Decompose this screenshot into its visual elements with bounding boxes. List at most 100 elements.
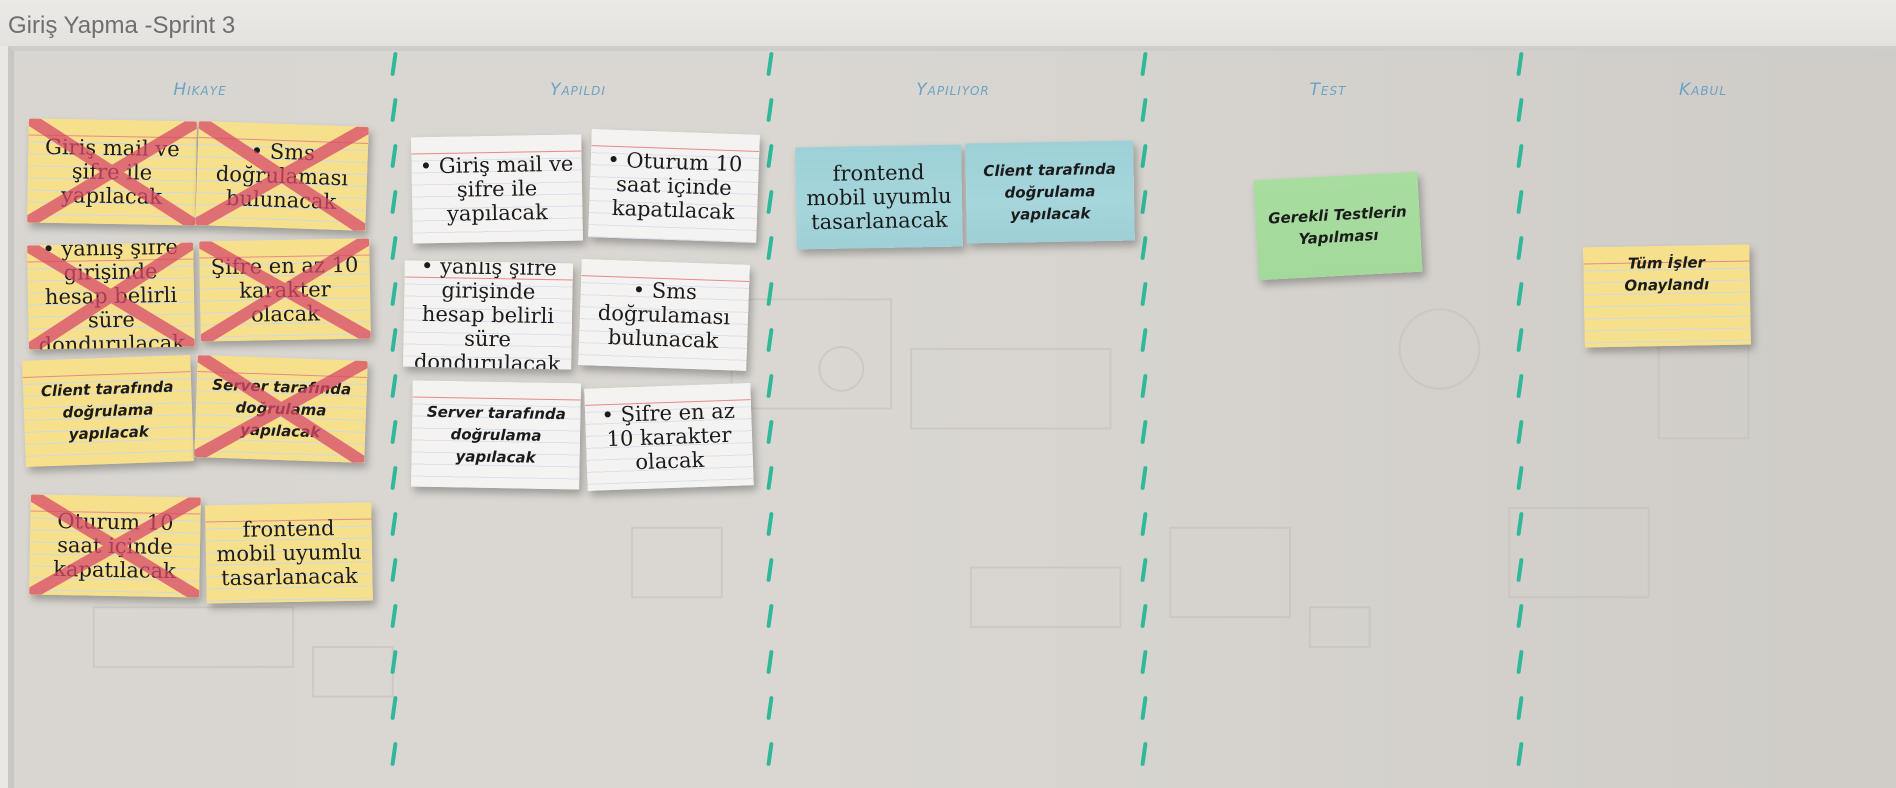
- divider-mark: [390, 511, 398, 537]
- divider-mark: [1516, 741, 1524, 767]
- column-heading-kabul: Kabul: [1678, 80, 1728, 100]
- story-note-client[interactable]: Client tarafında doğrulama yapılacak: [22, 355, 194, 467]
- divider-mark: [1140, 143, 1148, 169]
- story-note-giris-mail[interactable]: Giriş mail ve şifre ile yapılacak: [27, 118, 197, 226]
- divider-mark: [1516, 695, 1524, 721]
- divider-mark: [390, 603, 398, 629]
- divider-mark: [390, 143, 398, 169]
- divider-mark: [1140, 603, 1148, 629]
- divider-mark: [1140, 327, 1148, 353]
- inprogress-note-client[interactable]: Client tarafında doğrulama yapılacak: [965, 140, 1135, 244]
- note-text: Server tarafında doğrulama yapılacak: [426, 402, 567, 467]
- divider-mark: [1140, 511, 1148, 537]
- divider-mark: [1516, 327, 1524, 353]
- story-note-frontend[interactable]: frontend mobil uyumlu tasarlanacak: [205, 502, 373, 604]
- divider-mark: [766, 649, 774, 675]
- note-text: frontend mobil uyumlu tasarlanacak: [806, 160, 952, 235]
- note-text: Giriş mail ve şifre ile yapılacak: [44, 134, 180, 209]
- note-text: • Giriş mail ve şifre ile yapılacak: [419, 151, 574, 226]
- divider-mark: [1516, 143, 1524, 169]
- note-text: • yanlış şifre girişinde hesap belirli s…: [38, 242, 186, 350]
- note-text: Server tarafında doğrulama yapılacak: [212, 375, 352, 442]
- note-text: • Şifre en az 10 karakter olacak: [601, 398, 736, 475]
- column-divider: [390, 51, 402, 788]
- story-note-yanlis-sifre[interactable]: • yanlış şifre girişinde hesap belirli s…: [27, 242, 195, 350]
- note-text: • Oturum 10 saat içinde kapatılacak: [606, 147, 743, 225]
- divider-mark: [390, 97, 398, 123]
- divider-mark: [390, 51, 398, 77]
- divider-mark: [1516, 97, 1524, 123]
- divider-mark: [1516, 465, 1524, 491]
- divider-mark: [390, 649, 398, 675]
- done-note-sms[interactable]: • Sms doğrulaması bulunacak: [578, 259, 750, 371]
- divider-mark: [390, 419, 398, 445]
- divider-mark: [390, 557, 398, 583]
- done-note-sifre-10[interactable]: • Şifre en az 10 karakter olacak: [584, 383, 754, 491]
- story-note-sifre-10[interactable]: Şifre en az 10 karakter olacak: [199, 238, 371, 342]
- divider-mark: [390, 373, 398, 399]
- divider-mark: [766, 327, 774, 353]
- divider-mark: [766, 603, 774, 629]
- divider-mark: [1516, 51, 1524, 77]
- divider-mark: [1516, 235, 1524, 261]
- divider-mark: [1140, 695, 1148, 721]
- story-note-server[interactable]: Server tarafında doğrulama yapılacak: [194, 355, 368, 463]
- test-note-gerekli-testler[interactable]: Gerekli Testlerin Yapılması: [1253, 171, 1423, 281]
- divider-mark: [1516, 281, 1524, 307]
- done-note-yanlis-sifre[interactable]: • yanlış şifre girişinde hesap belirli s…: [403, 260, 573, 370]
- story-note-oturum[interactable]: Oturum 10 saat içinde kapatılacak: [29, 494, 201, 598]
- divider-mark: [766, 557, 774, 583]
- column-divider: [1140, 51, 1152, 788]
- divider-mark: [1140, 373, 1148, 399]
- inprogress-note-frontend[interactable]: frontend mobil uyumlu tasarlanacak: [795, 144, 963, 250]
- note-text: Client tarafında doğrulama yapılacak: [40, 377, 174, 444]
- done-note-server[interactable]: Server tarafında doğrulama yapılacak: [411, 380, 581, 490]
- note-text: Client tarafında doğrulama yapılacak: [983, 159, 1117, 224]
- note-text: Oturum 10 saat içinde kapatılacak: [53, 508, 177, 584]
- divider-mark: [1140, 97, 1148, 123]
- note-text: • Sms doğrulaması bulunacak: [597, 277, 731, 353]
- divider-mark: [766, 465, 774, 491]
- done-note-giris-mail[interactable]: • Giriş mail ve şifre ile yapılacak: [411, 134, 583, 244]
- divider-mark: [1516, 419, 1524, 445]
- divider-mark: [1140, 189, 1148, 215]
- note-text: Tüm İşler Onaylandı: [1624, 253, 1710, 295]
- divider-mark: [390, 281, 398, 307]
- board-title: Giriş Yapma -Sprint 3: [8, 12, 236, 39]
- divider-mark: [766, 419, 774, 445]
- divider-mark: [766, 741, 774, 767]
- divider-mark: [1516, 373, 1524, 399]
- column-heading-yapildi: Yapıldı: [550, 80, 606, 100]
- divider-mark: [766, 189, 774, 215]
- column-heading-test: Test: [1309, 80, 1347, 100]
- divider-mark: [1516, 557, 1524, 583]
- divider-mark: [766, 281, 774, 307]
- divider-mark: [1516, 189, 1524, 215]
- divider-mark: [766, 97, 774, 123]
- divider-mark: [1140, 557, 1148, 583]
- column-divider: [1516, 51, 1528, 788]
- accept-note-tum-isler[interactable]: Tüm İşler Onaylandı: [1583, 244, 1751, 348]
- divider-mark: [390, 695, 398, 721]
- divider-mark: [1140, 649, 1148, 675]
- divider-mark: [766, 143, 774, 169]
- divider-mark: [1140, 465, 1148, 491]
- divider-mark: [390, 741, 398, 767]
- note-text: Gerekli Testlerin Yapılması: [1267, 202, 1408, 249]
- story-note-sms[interactable]: • Sms doğrulaması bulunacak: [195, 121, 369, 231]
- column-heading-hikaye: Hikaye: [173, 80, 227, 100]
- note-text: Şifre en az 10 karakter olacak: [210, 252, 359, 327]
- divider-mark: [766, 373, 774, 399]
- note-text: frontend mobil uyumlu tasarlanacak: [216, 516, 362, 591]
- divider-mark: [766, 235, 774, 261]
- column-heading-yapiliyor: Yapılıyor: [916, 80, 990, 100]
- column-divider: [766, 51, 778, 788]
- divider-mark: [766, 695, 774, 721]
- divider-mark: [1140, 419, 1148, 445]
- divider-mark: [766, 51, 774, 77]
- done-note-oturum[interactable]: • Oturum 10 saat içinde kapatılacak: [588, 129, 760, 243]
- divider-mark: [1140, 741, 1148, 767]
- divider-mark: [390, 465, 398, 491]
- divider-mark: [390, 189, 398, 215]
- note-text: • Sms doğrulaması bulunacak: [215, 138, 349, 214]
